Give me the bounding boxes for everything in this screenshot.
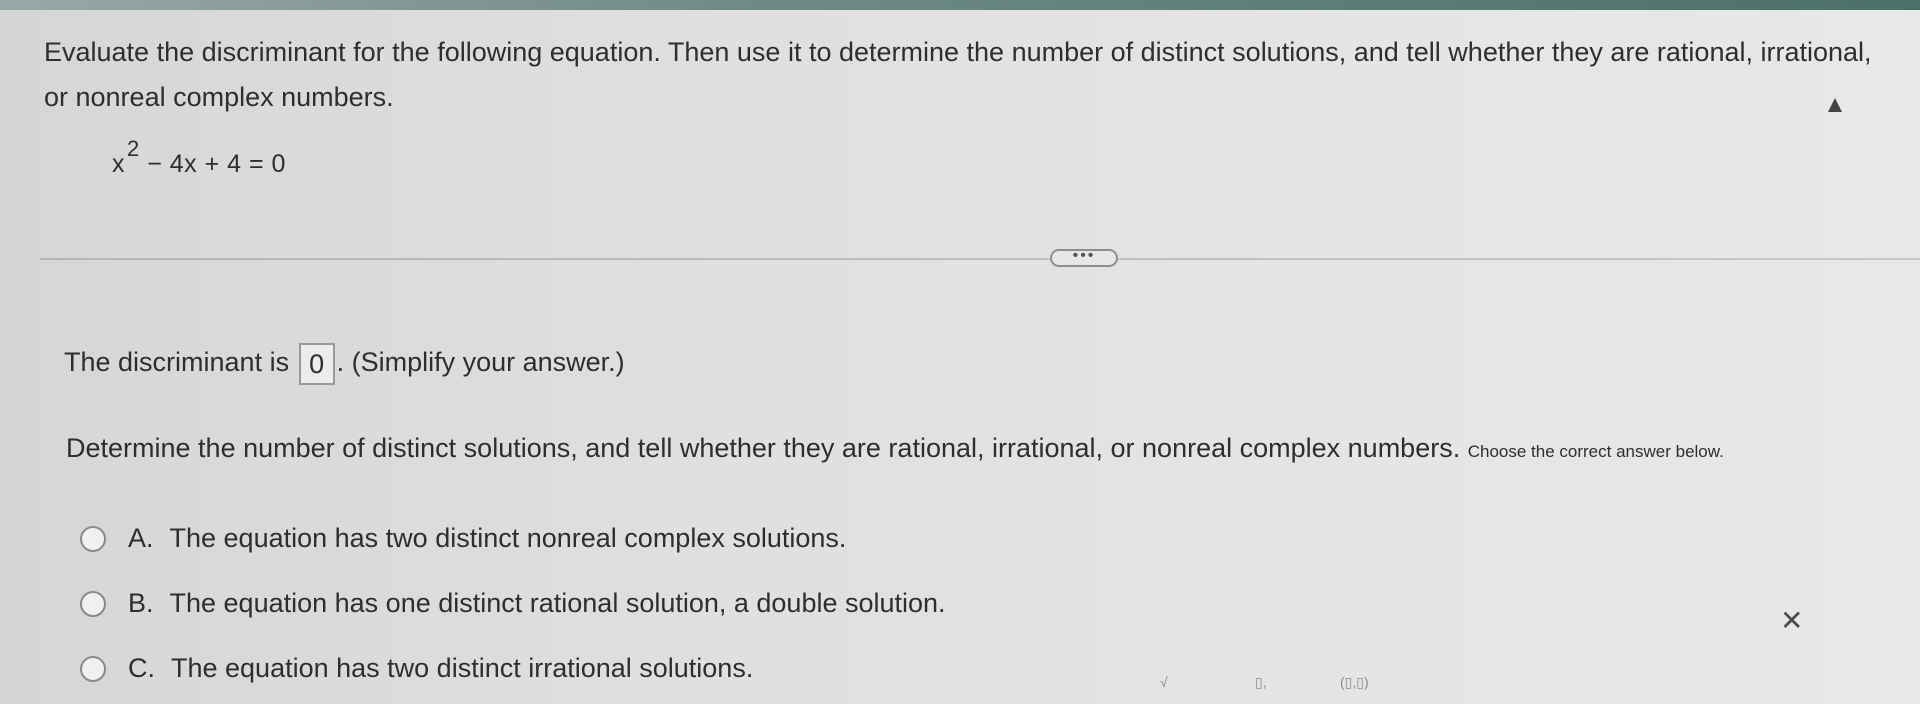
sqrt-tool-icon[interactable]: √ (1160, 674, 1168, 690)
cursor-icon (1828, 98, 1842, 112)
equation-exponent: 2 (127, 136, 140, 161)
option-b[interactable]: B. The equation has one distinct rationa… (80, 588, 946, 619)
option-b-text: The equation has one distinct rational s… (169, 588, 946, 618)
section-divider (40, 258, 1920, 260)
top-header-strip (0, 0, 1920, 10)
option-c-text: The equation has two distinct irrational… (171, 653, 754, 683)
equation-rest: − 4x + 4 = 0 (139, 150, 286, 178)
question-prompt: Evaluate the discriminant for the follow… (44, 37, 1872, 112)
option-a-radio[interactable] (80, 525, 106, 552)
equation: x2 − 4x + 4 = 0 (112, 136, 286, 179)
subscript-tool-icon[interactable]: ▯, (1255, 674, 1267, 691)
option-a-text: The equation has two distinct nonreal co… (169, 523, 847, 553)
discriminant-suffix: . (Simplify your answer.) (336, 347, 625, 378)
discriminant-answer-line: The discriminant is 0. (Simplify your an… (64, 343, 625, 385)
option-c[interactable]: C. The equation has two distinct irratio… (80, 653, 753, 684)
close-icon[interactable]: ✕ (1780, 604, 1803, 637)
option-c-letter: C. (128, 653, 155, 683)
determine-tail: Choose the correct answer below. (1467, 442, 1724, 461)
option-a-letter: A. (128, 523, 154, 553)
option-c-radio[interactable] (80, 655, 106, 682)
expand-more-button[interactable]: ••• (1050, 248, 1118, 267)
option-b-letter: B. (128, 588, 154, 618)
discriminant-prefix: The discriminant is (64, 347, 290, 378)
equation-base: x (112, 150, 125, 178)
determine-instruction: Determine the number of distinct solutio… (66, 433, 1724, 464)
discriminant-answer-box[interactable]: 0 (298, 343, 335, 385)
option-a[interactable]: A. The equation has two distinct nonreal… (80, 523, 846, 554)
option-b-radio[interactable] (80, 590, 106, 617)
determine-text: Determine the number of distinct solutio… (66, 433, 1461, 463)
interval-tool-icon[interactable]: (▯,▯) (1340, 674, 1369, 691)
